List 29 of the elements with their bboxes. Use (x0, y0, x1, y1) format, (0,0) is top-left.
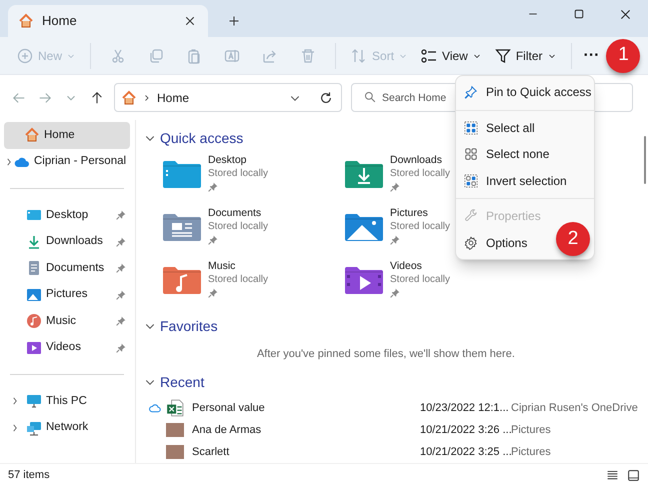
folder-name: Desktop (208, 154, 248, 167)
empty-message: After you've pinned some files, we'll show them here. (256, 347, 516, 362)
folder-status: Stored locally (390, 220, 450, 233)
step-badge: 2 (556, 222, 590, 256)
file-name: Ana de Armas (192, 422, 262, 438)
folder-status: Stored locally (208, 167, 268, 180)
file-date: 10/23/2022 12:1... (420, 400, 510, 416)
file-name: Scarlett (192, 444, 230, 460)
file-date: 10/21/2022 3:25 ... (420, 444, 511, 460)
folder-name: Music (208, 260, 236, 273)
file-location: Pictures (511, 444, 551, 460)
file-date: 10/21/2022 3:26 ... (420, 422, 511, 438)
folder-name: Videos (390, 260, 423, 273)
tab-label: Home (42, 12, 78, 30)
file-location: Ciprian Rusen's OneDrive (511, 400, 638, 416)
folder-name: Documents (208, 207, 262, 220)
step-badge: 1 (606, 38, 640, 72)
file-location: Pictures (511, 422, 551, 438)
folder-status: Stored locally (208, 273, 268, 286)
folder-status: Stored locally (390, 273, 450, 286)
section-heading: Quick access (160, 128, 244, 148)
section-heading: Favorites (160, 316, 218, 336)
folder-name: Pictures (390, 207, 429, 220)
item-count: 57 items (8, 468, 51, 484)
folder-status: Stored locally (390, 167, 450, 180)
file-name: Personal value (192, 400, 266, 416)
section-heading: Recent (160, 372, 204, 392)
folder-status: Stored locally (208, 220, 268, 233)
folder-name: Downloads (390, 154, 443, 167)
